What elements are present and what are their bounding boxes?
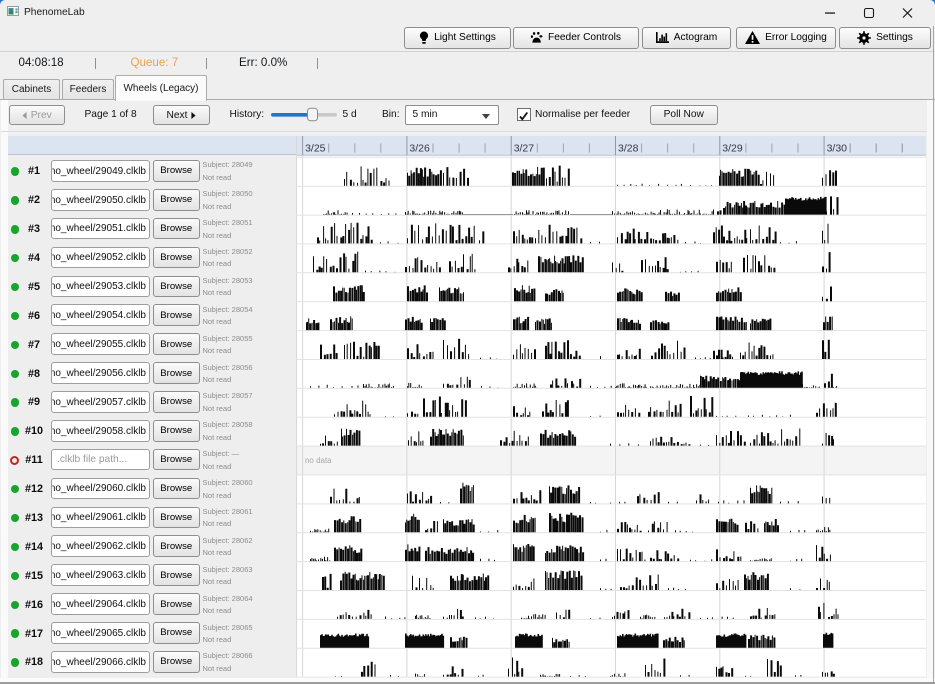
svg-text:3/28: 3/28	[618, 143, 639, 154]
svg-text:3/26: 3/26	[409, 143, 430, 154]
svg-text:3/27: 3/27	[514, 143, 535, 154]
svg-text:3/30: 3/30	[827, 143, 848, 154]
svg-text:no data: no data	[305, 456, 332, 465]
svg-text:3/29: 3/29	[722, 143, 743, 154]
svg-text:3/25: 3/25	[305, 143, 326, 154]
